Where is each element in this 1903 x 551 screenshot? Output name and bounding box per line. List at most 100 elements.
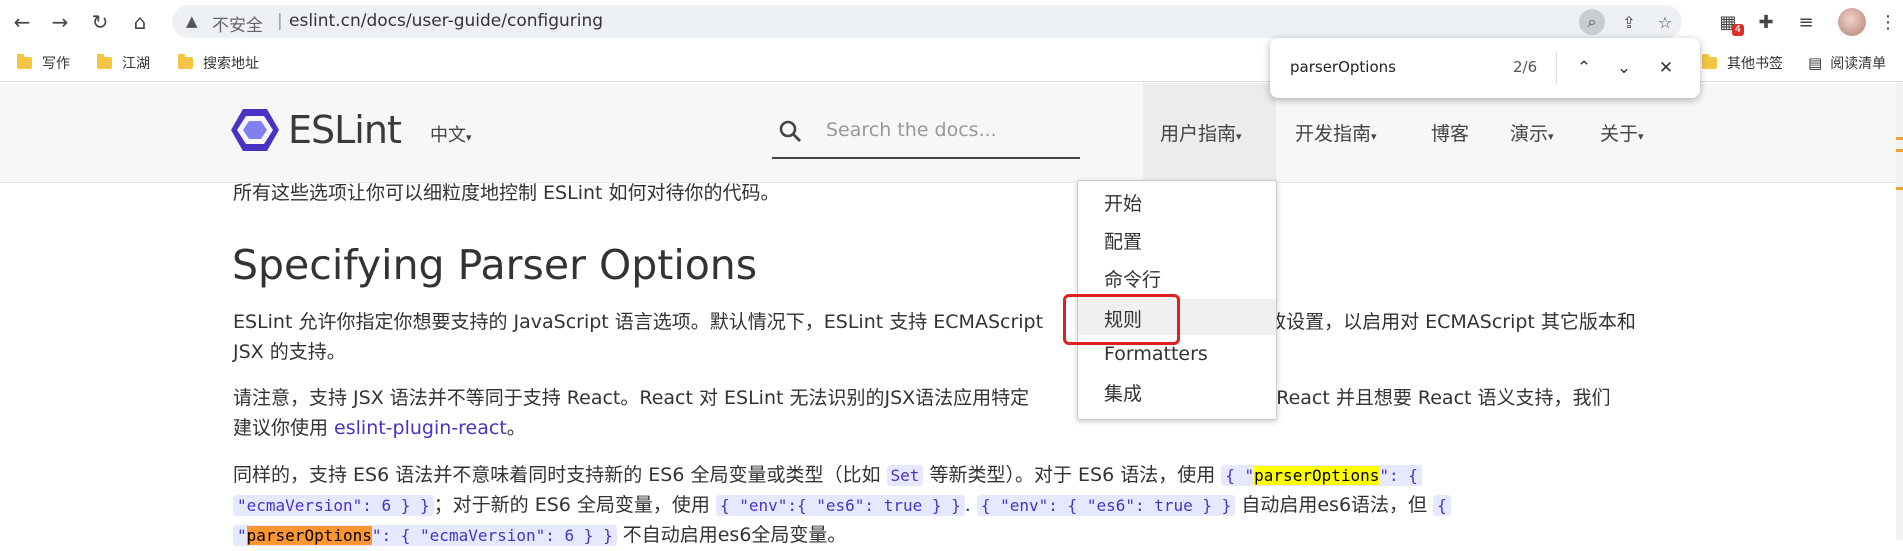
divider	[1556, 52, 1557, 84]
address-bar[interactable]: ▲ 不安全 | eslint.cn/docs/user-guide/config…	[172, 5, 1682, 38]
paragraph-2-line-1: 请注意，支持 JSX 语法并不等同于支持 React。React 对 ESLin…	[233, 383, 1611, 413]
code-brace: {	[1433, 495, 1451, 516]
url-text[interactable]: eslint.cn/docs/user-guide/configuring	[289, 11, 603, 31]
scrollbar-match-marker	[1896, 149, 1903, 152]
star-icon[interactable]: ☆	[1652, 9, 1678, 35]
reading-list-label: 阅读清单	[1830, 56, 1887, 72]
code-env-es6: { "env":{ "es6": true } }	[715, 495, 965, 516]
find-highlight: parserOptions	[246, 526, 372, 545]
nav-demo[interactable]: 演示▾	[1510, 119, 1554, 146]
text: 自动启用es6语法，但	[1235, 494, 1434, 516]
dropdown-item-integrations[interactable]: 集成	[1104, 379, 1142, 406]
paragraph-1-line-1: ESLint 允许你指定你想要支持的 JavaScript 语言选项。默认情况下…	[233, 307, 1636, 337]
folder-icon	[1702, 54, 1717, 69]
extension-grid-icon[interactable]: ▦ 4	[1714, 8, 1744, 36]
text: 等新类型）。对于 ES6 语法，使用	[923, 464, 1222, 486]
paragraph-1-line-2: JSX 的支持。	[233, 341, 346, 363]
text: 建议你使用	[233, 417, 335, 439]
reading-list[interactable]: ▤ 阅读清单	[1808, 53, 1886, 73]
code-set: Set	[886, 465, 924, 486]
find-in-page-icon[interactable]: ⌕	[1579, 9, 1605, 35]
nav-blog[interactable]: 博客	[1431, 119, 1469, 146]
reload-icon[interactable]: ↻	[86, 8, 114, 36]
paragraph-2-line-2: 建议你使用 eslint-plugin-react。	[233, 413, 526, 443]
paragraph-3-line-1: 同样的，支持 ES6 语法并不意味着同时支持新的 ES6 全局变量或类型（比如 …	[233, 460, 1422, 491]
text: 请注意，支持 JSX 语法并不等同于支持 React。React 对 ESLin…	[233, 387, 1030, 409]
reading-list-icon: ▤	[1808, 54, 1823, 72]
bookmark-label: 江湖	[122, 56, 150, 72]
find-bar: parserOptions 2/6 ⌃ ⌄ ✕	[1270, 38, 1700, 98]
site-header: ESLint 中文▾ Search the docs... 用户指南▾ 开发指南…	[0, 83, 1903, 183]
separator: |	[277, 11, 283, 31]
puzzle-icon[interactable]: ✚	[1752, 8, 1780, 36]
forward-icon[interactable]: →	[46, 8, 74, 36]
text: 不自动启用es6全局变量。	[616, 524, 847, 546]
annotation-highlight-box	[1063, 294, 1180, 345]
paragraph-3-line-3: "parserOptions": { "ecmaVersion": 6 } } …	[233, 520, 846, 551]
bookmark-label: 写作	[42, 56, 70, 72]
other-bookmarks[interactable]: 其他书签	[1702, 53, 1783, 73]
nav-label: 博客	[1431, 123, 1470, 145]
find-input[interactable]: parserOptions	[1290, 58, 1396, 76]
nav-user-guide[interactable]: 用户指南▾	[1160, 119, 1242, 146]
close-icon[interactable]: ✕	[1652, 54, 1680, 82]
caret-down-icon: ▾	[1548, 130, 1554, 143]
chevron-up-icon[interactable]: ⌃	[1570, 54, 1598, 82]
dropdown-item-command-line[interactable]: 命令行	[1104, 265, 1161, 292]
eslint-plugin-react-link[interactable]: eslint-plugin-react	[334, 417, 507, 439]
folder-icon	[17, 54, 32, 69]
section-heading: Specifying Parser Options	[232, 241, 758, 289]
caret-down-icon: ▾	[1638, 130, 1644, 143]
share-icon[interactable]: ⇪	[1616, 9, 1642, 35]
back-icon[interactable]: ←	[8, 8, 36, 36]
dropdown-item-getting-started[interactable]: 开始	[1104, 189, 1142, 216]
code-parser-options: { "parserOptions": {	[1221, 465, 1422, 486]
caret-down-icon: ▾	[466, 131, 472, 144]
site-logo[interactable]: ESLint	[230, 107, 402, 153]
chevron-down-icon[interactable]: ⌄	[1610, 54, 1638, 82]
text: ESLint 允许你指定你想要支持的 JavaScript 语言选项。默认情况下…	[233, 311, 1044, 333]
code-env-es6-2: { "env": { "es6": true } }	[976, 495, 1236, 516]
search-box[interactable]: Search the docs...	[772, 103, 1080, 159]
code-text: ": {	[1379, 466, 1418, 485]
logo-text: ESLint	[288, 108, 402, 152]
bookmark-folder[interactable]: 江湖	[97, 53, 150, 73]
nav-label: 用户指南	[1160, 123, 1237, 145]
paragraph-3-line-2: "ecmaVersion": 6 } } ；对于新的 ES6 全局变量，使用 { …	[233, 490, 1451, 521]
nav-about[interactable]: 关于▾	[1600, 119, 1644, 146]
caret-down-icon: ▾	[1236, 130, 1242, 143]
text: .	[964, 494, 977, 516]
warning-icon: ▲	[186, 12, 198, 30]
security-label: 不安全	[212, 16, 263, 36]
nav-label: 演示	[1510, 123, 1549, 145]
extension-badge: 4	[1731, 24, 1744, 36]
text: 使用 React 并且想要 React 语义支持，我们	[1232, 387, 1611, 409]
text: 。	[506, 417, 526, 439]
find-count: 2/6	[1513, 58, 1538, 76]
search-input[interactable]: Search the docs...	[826, 119, 997, 141]
find-highlight-current: parserOptions	[1254, 466, 1380, 485]
bookmark-folder[interactable]: 写作	[17, 53, 70, 73]
code-text: "	[237, 526, 247, 545]
language-label: 中文	[430, 125, 466, 146]
dropdown-item-formatters[interactable]: Formatters	[1104, 343, 1208, 365]
dropdown-item-configuring[interactable]: 配置	[1104, 227, 1142, 254]
nav-label: 关于	[1600, 123, 1639, 145]
caret-down-icon: ▾	[1371, 130, 1377, 143]
other-bookmarks-label: 其他书签	[1727, 56, 1783, 72]
bookmark-folder[interactable]: 搜索地址	[178, 53, 259, 73]
nav-developer-guide[interactable]: 开发指南▾	[1295, 119, 1377, 146]
media-icon[interactable]: ≡	[1792, 8, 1820, 36]
scrollbar-match-marker	[1896, 187, 1903, 190]
intro-paragraph: 所有这些选项让你可以细粒度地控制 ESLint 如何对待你的代码。	[233, 182, 780, 204]
code-text: { "	[1225, 466, 1255, 485]
profile-avatar[interactable]	[1838, 8, 1866, 36]
text: ；对于新的 ES6 全局变量，使用	[433, 494, 716, 516]
menu-icon[interactable]: ⋮	[1874, 8, 1902, 36]
home-icon[interactable]: ⌂	[126, 8, 154, 36]
search-icon	[779, 120, 801, 142]
language-selector[interactable]: 中文▾	[430, 121, 472, 147]
bookmark-label: 搜索地址	[203, 56, 259, 72]
folder-icon	[97, 54, 112, 69]
folder-icon	[178, 54, 193, 69]
